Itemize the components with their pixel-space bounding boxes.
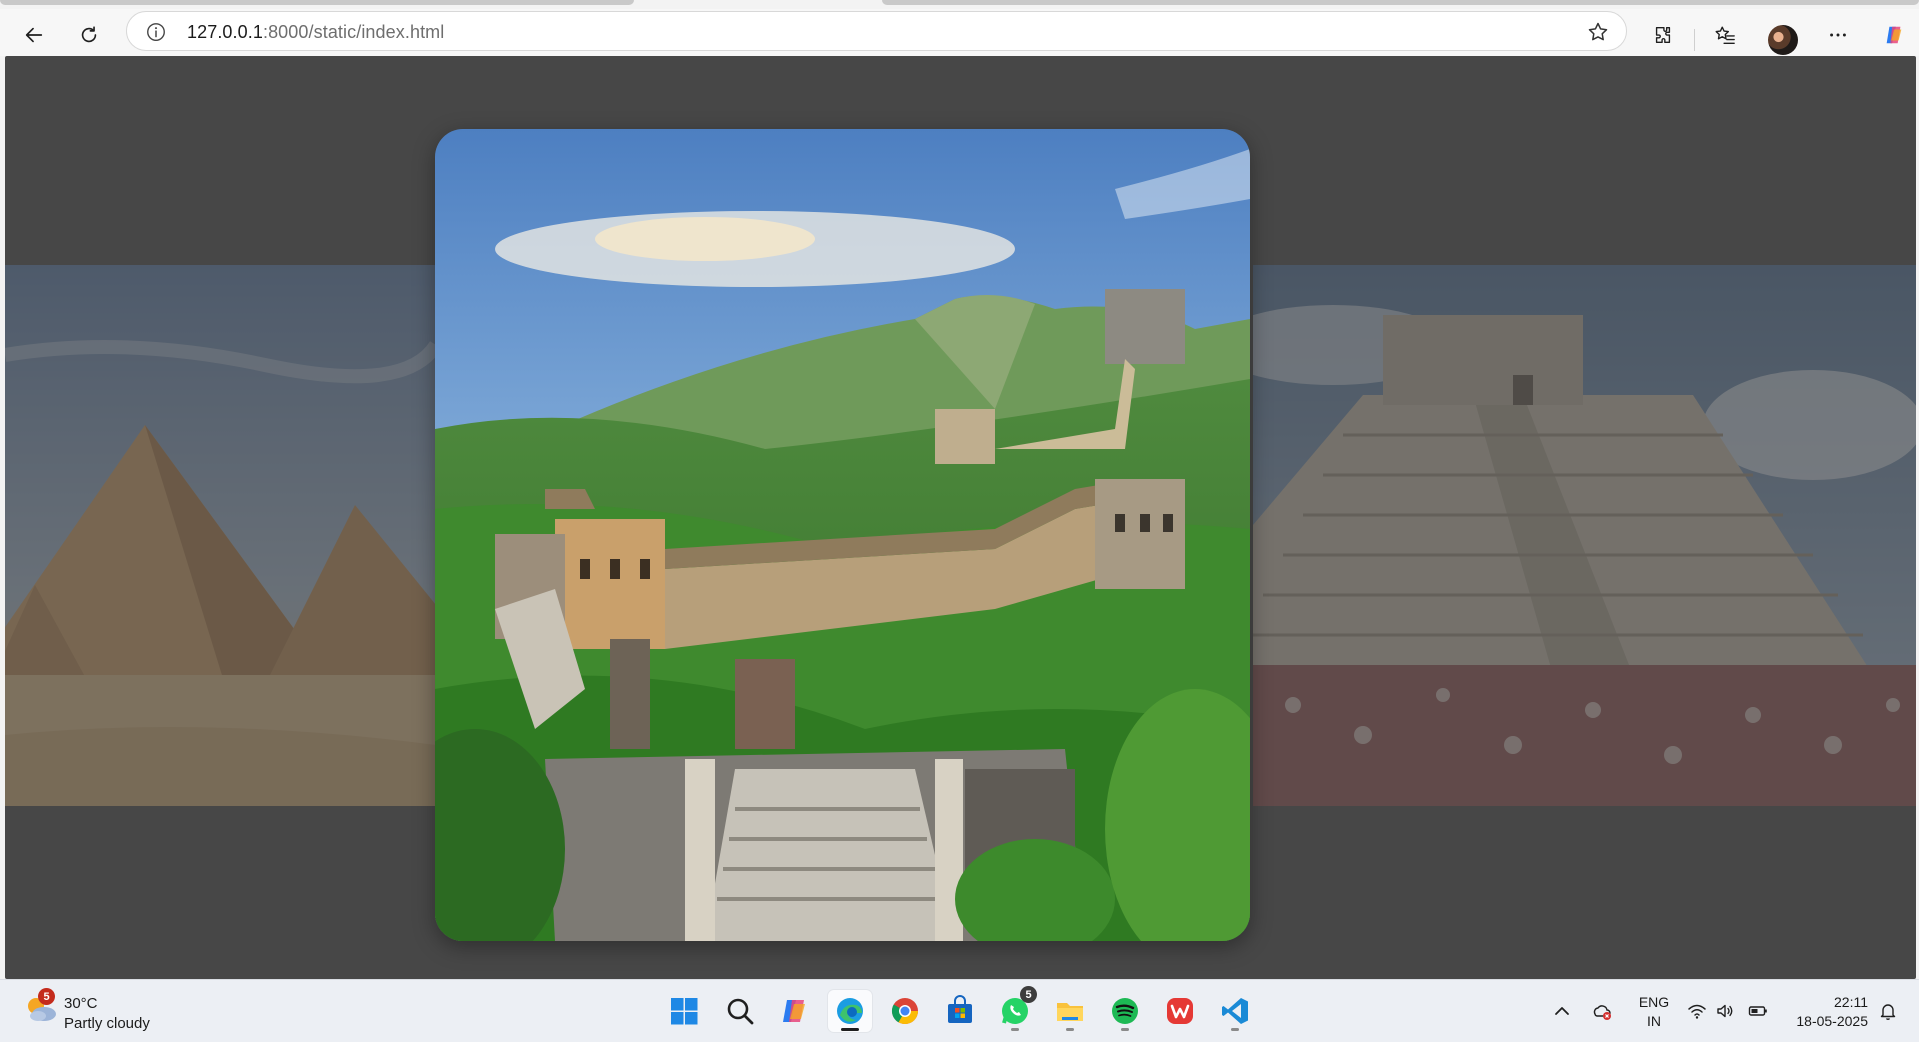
running-indicator bbox=[1121, 1028, 1129, 1031]
refresh-button[interactable] bbox=[71, 17, 107, 53]
store-app[interactable] bbox=[938, 990, 982, 1032]
slide-dim-overlay bbox=[1253, 265, 1916, 806]
wps-icon bbox=[1167, 998, 1193, 1024]
carousel-slide-great-wall[interactable] bbox=[435, 129, 1250, 941]
favorite-star-icon[interactable] bbox=[1586, 20, 1610, 44]
vscode-icon bbox=[1222, 998, 1248, 1024]
weather-description: Partly cloudy bbox=[64, 1015, 150, 1032]
wifi-tray[interactable] bbox=[1683, 994, 1711, 1028]
start-button[interactable] bbox=[662, 990, 706, 1032]
notification-bell-icon bbox=[1880, 1004, 1896, 1020]
clock[interactable]: 22:11 18-05-2025 bbox=[1784, 993, 1868, 1031]
address-bar[interactable]: 127.0.0.1:8000/static/index.html bbox=[126, 11, 1627, 51]
whatsapp-badge: 5 bbox=[1020, 986, 1037, 1003]
weather-temperature: 30°C bbox=[64, 995, 98, 1012]
folder-icon bbox=[1057, 1003, 1083, 1021]
edge-icon bbox=[837, 998, 863, 1024]
back-button[interactable] bbox=[16, 17, 52, 53]
clock-date: 18-05-2025 bbox=[1796, 1013, 1868, 1029]
running-indicator bbox=[1066, 1028, 1074, 1031]
spotify-app[interactable] bbox=[1103, 990, 1147, 1032]
extensions-button[interactable] bbox=[1645, 17, 1681, 53]
language-indicator[interactable]: ENG IN bbox=[1634, 993, 1674, 1031]
windows-icon bbox=[671, 998, 698, 1025]
region-code: IN bbox=[1647, 1013, 1661, 1029]
volume-tray[interactable] bbox=[1711, 994, 1739, 1028]
url-text[interactable]: 127.0.0.1:8000/static/index.html bbox=[187, 22, 444, 43]
page-viewport bbox=[5, 56, 1916, 979]
running-indicator bbox=[1231, 1028, 1239, 1031]
language-code: ENG bbox=[1638, 994, 1670, 1010]
carousel-slide-pyramids[interactable] bbox=[5, 265, 436, 806]
more-icon bbox=[1830, 33, 1846, 37]
profile-avatar[interactable] bbox=[1768, 25, 1798, 55]
toolbar-separator bbox=[1694, 29, 1695, 51]
running-indicator bbox=[1011, 1028, 1019, 1031]
spotify-icon bbox=[1112, 998, 1138, 1024]
show-hidden-icons-button[interactable] bbox=[1548, 994, 1576, 1028]
refresh-icon bbox=[81, 26, 97, 43]
onedrive-error-icon bbox=[1593, 1005, 1611, 1020]
edge-app[interactable] bbox=[828, 990, 872, 1032]
copilot-icon bbox=[783, 1000, 805, 1022]
wps-office-app[interactable] bbox=[1158, 990, 1202, 1032]
tab-edge-right[interactable] bbox=[882, 0, 1919, 5]
more-button[interactable] bbox=[1820, 17, 1856, 53]
copilot-app[interactable] bbox=[773, 990, 817, 1032]
notifications-button[interactable] bbox=[1874, 994, 1902, 1028]
copilot-icon bbox=[1886, 26, 1902, 44]
chevron-up-icon bbox=[1555, 1007, 1569, 1015]
site-info-icon[interactable] bbox=[145, 21, 167, 43]
back-arrow-icon bbox=[25, 27, 43, 43]
taskbar: 5 30°C Partly cloudy 5 ENG IN 22:11 18-0… bbox=[0, 979, 1919, 1042]
copilot-button[interactable] bbox=[1876, 17, 1912, 53]
great-wall-image bbox=[435, 129, 1250, 941]
weather-widget[interactable]: 5 30°C Partly cloudy bbox=[24, 988, 224, 1034]
extensions-icon bbox=[1655, 26, 1671, 44]
battery-tray[interactable] bbox=[1744, 994, 1772, 1028]
running-indicator bbox=[841, 1028, 859, 1031]
favorites-button[interactable] bbox=[1707, 17, 1743, 53]
weather-badge: 5 bbox=[38, 988, 55, 1005]
file-explorer-app[interactable] bbox=[1048, 990, 1092, 1032]
favorites-icon bbox=[1715, 26, 1735, 44]
browser-toolbar: 127.0.0.1:8000/static/index.html bbox=[0, 9, 1919, 56]
chrome-icon bbox=[891, 998, 919, 1025]
url-host: 127.0.0.1 bbox=[187, 22, 263, 42]
clock-time: 22:11 bbox=[1834, 994, 1868, 1010]
wifi-icon bbox=[1688, 1004, 1706, 1019]
tab-strip bbox=[0, 0, 1919, 9]
battery-icon bbox=[1748, 1006, 1767, 1016]
search-button[interactable] bbox=[718, 990, 762, 1032]
chrome-app[interactable] bbox=[883, 990, 927, 1032]
speaker-icon bbox=[1717, 1004, 1733, 1018]
tab-edge-left[interactable] bbox=[0, 0, 634, 5]
whatsapp-app[interactable]: 5 bbox=[993, 986, 1037, 1032]
vscode-app[interactable] bbox=[1213, 990, 1257, 1032]
slide-dim-overlay bbox=[5, 265, 436, 806]
search-icon bbox=[727, 998, 754, 1025]
url-path: :8000/static/index.html bbox=[262, 22, 445, 42]
onedrive-tray[interactable] bbox=[1588, 994, 1616, 1028]
store-icon bbox=[948, 995, 972, 1023]
carousel-slide-chichen-itza[interactable] bbox=[1253, 265, 1916, 806]
